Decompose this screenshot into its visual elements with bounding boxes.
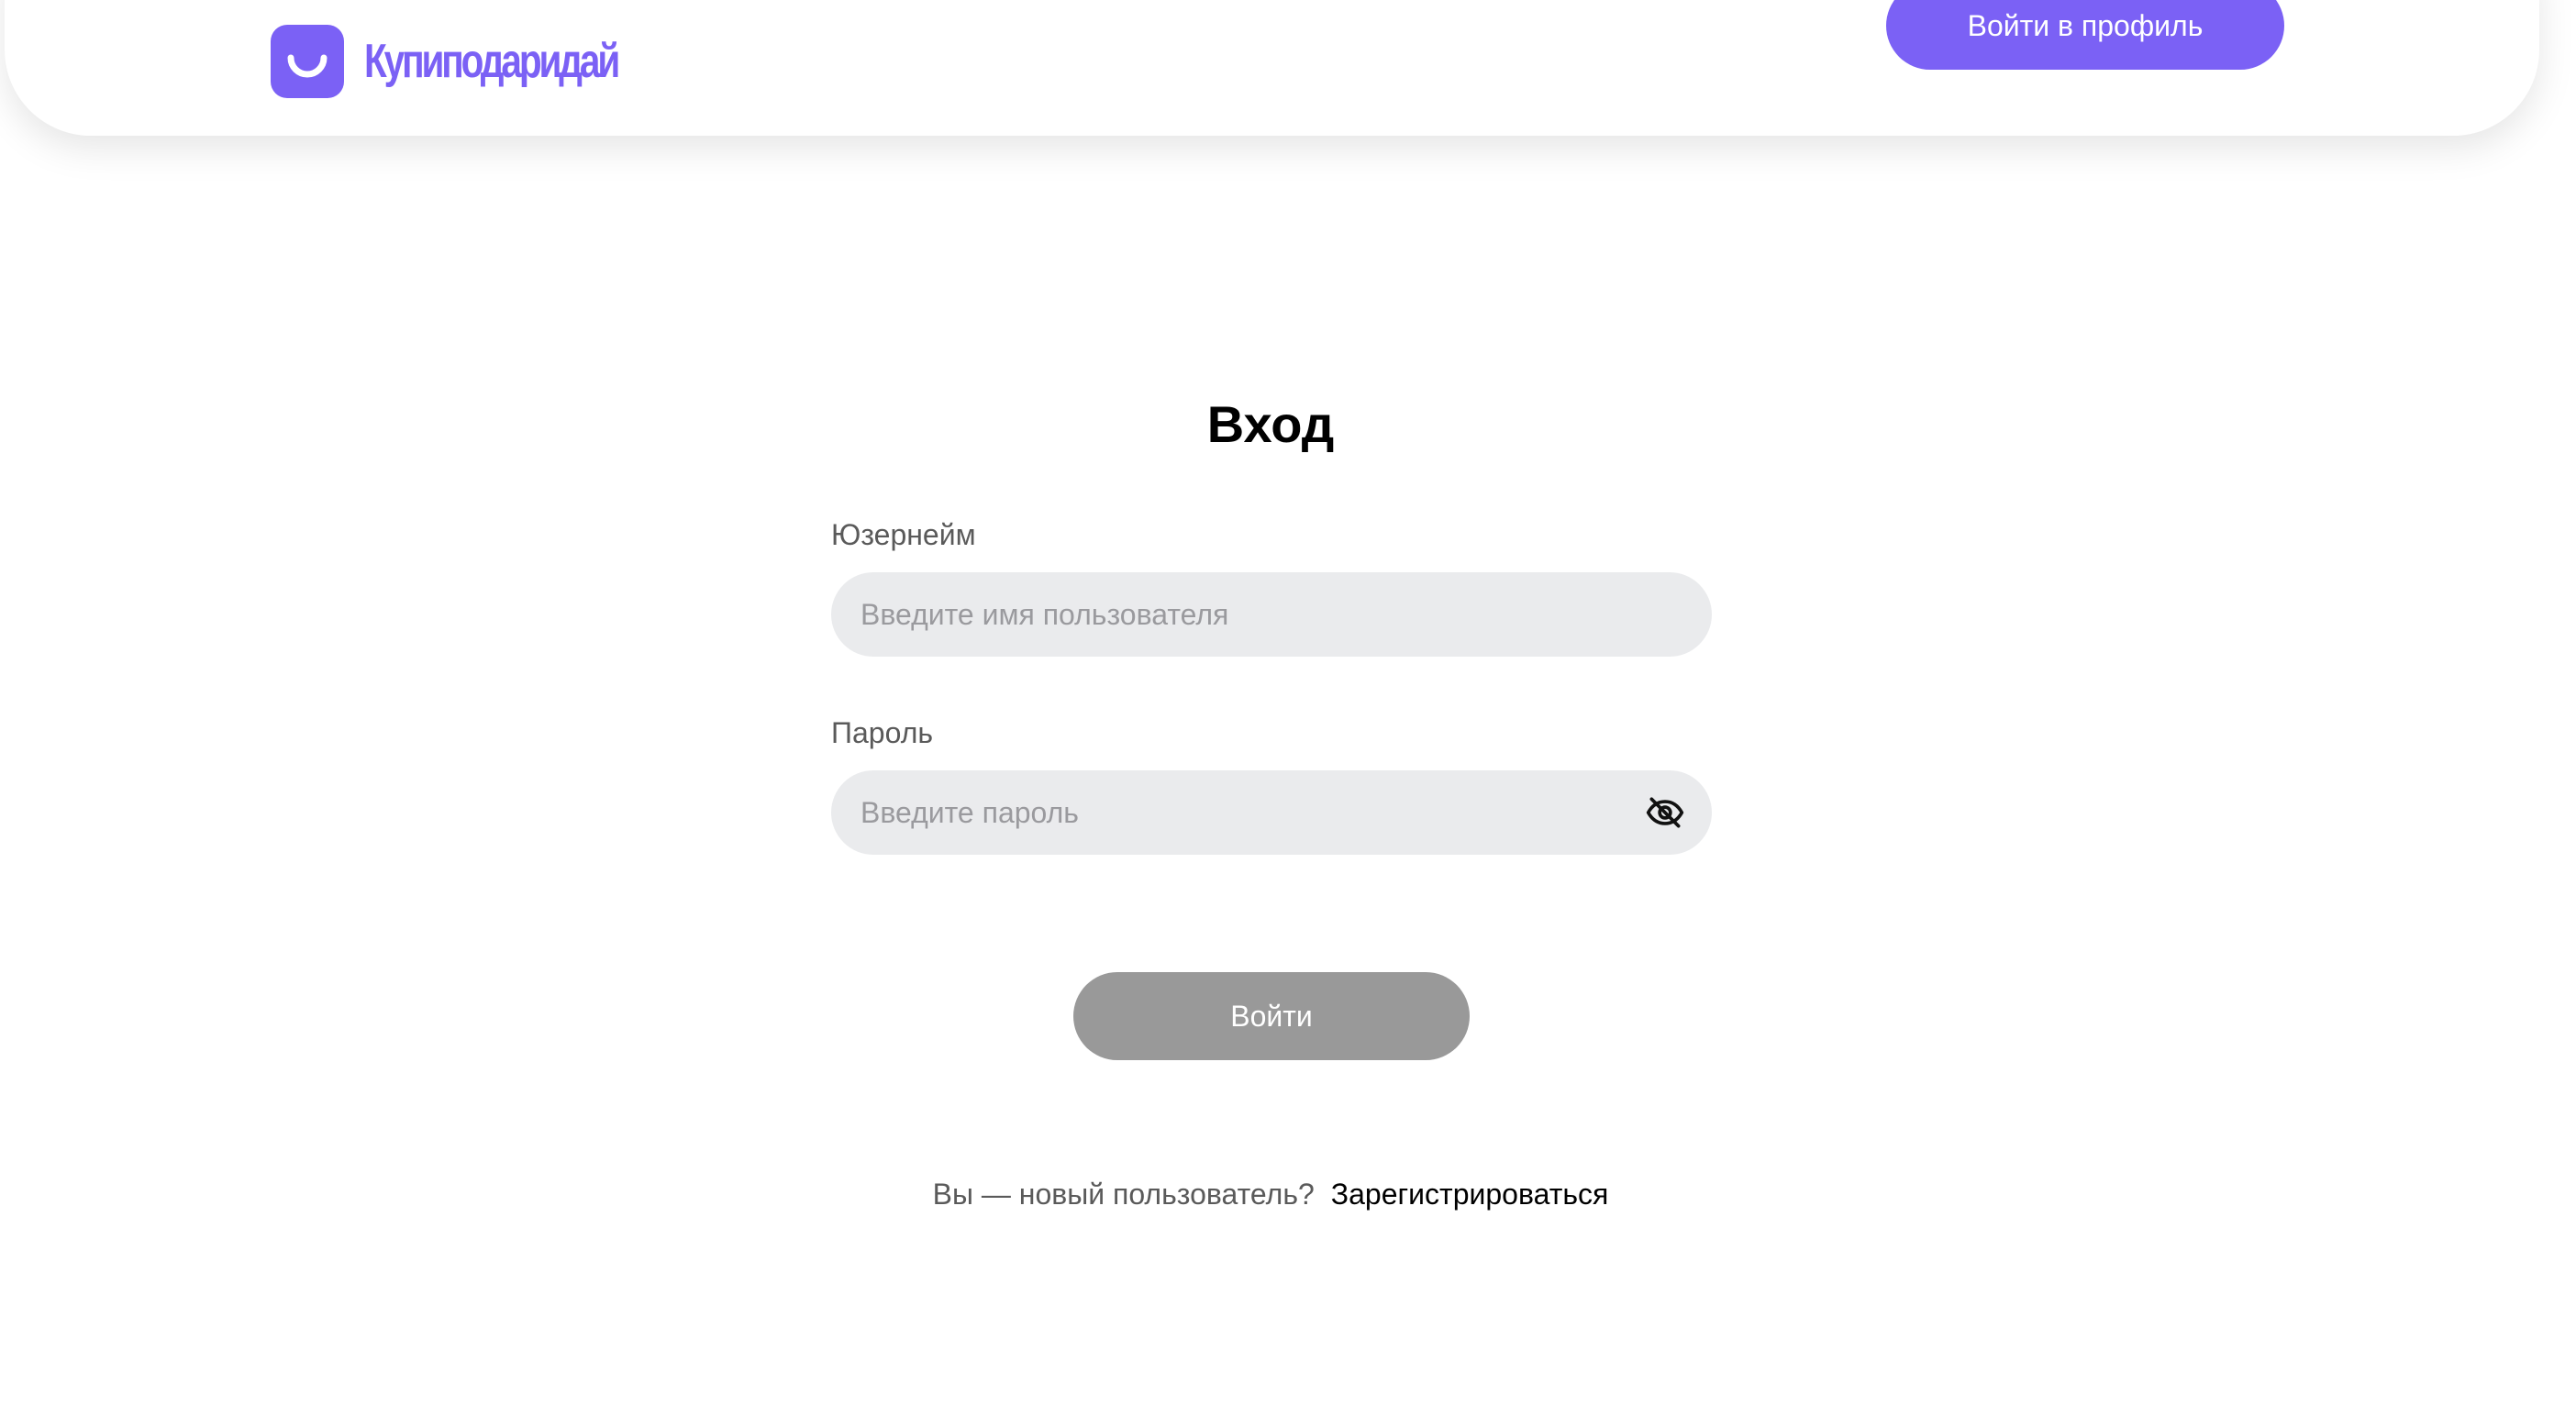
register-prompt: Вы — новый пользователь? (932, 1178, 1315, 1211)
password-field-wrapper (831, 770, 1712, 855)
password-input[interactable] (831, 770, 1712, 855)
top-header: Купиподаридай Войти в профиль (5, 0, 2539, 136)
eye-off-icon[interactable] (1644, 791, 1686, 834)
submit-login-button[interactable]: Войти (1073, 972, 1470, 1060)
password-label: Пароль (831, 716, 934, 749)
username-label: Юзернейм (831, 518, 976, 551)
logo-link[interactable]: Купиподаридай (271, 25, 689, 98)
smile-logo-icon (271, 25, 344, 98)
username-input[interactable] (831, 572, 1712, 657)
page-title: Вход (1206, 395, 1335, 453)
register-row: Вы — новый пользователь? Зарегистрироват… (0, 1178, 2541, 1211)
logo-text: Купиподаридай (364, 35, 620, 88)
login-profile-button[interactable]: Войти в профиль (1886, 0, 2284, 70)
username-field-wrapper (831, 572, 1712, 657)
register-link[interactable]: Зарегистрироваться (1331, 1178, 1609, 1211)
